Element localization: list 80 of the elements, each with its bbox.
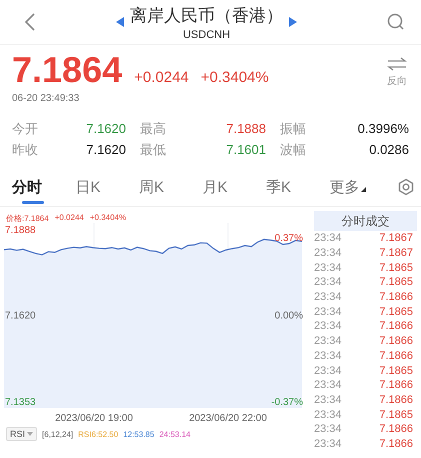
stat-value: 7.1620 xyxy=(85,121,127,136)
trade-time: 23:34 xyxy=(314,364,342,377)
stat-label: 波幅 xyxy=(280,140,307,158)
percent-level-label: 0.37% xyxy=(274,233,303,244)
trade-time: 23:34 xyxy=(314,306,342,318)
swap-icon xyxy=(387,57,407,71)
stat-value: 7.1888 xyxy=(225,121,267,136)
chart-tab[interactable]: 日K xyxy=(76,168,139,206)
trade-time: 23:34 xyxy=(314,291,342,304)
stat-label: 振幅 xyxy=(280,120,307,138)
chart-tab[interactable]: 月K xyxy=(202,168,266,206)
trade-price: 7.1866 xyxy=(379,291,413,304)
trade-time: 23:34 xyxy=(314,320,342,332)
stat-label: 最低 xyxy=(140,140,167,158)
trade-price: 7.1865 xyxy=(379,364,413,377)
trade-time: 23:34 xyxy=(314,350,342,362)
price-level-label: 7.1353 xyxy=(5,397,36,408)
symbol-code: USDCNH xyxy=(182,28,230,40)
search-icon[interactable] xyxy=(387,13,405,31)
back-icon[interactable] xyxy=(24,12,36,32)
trade-time: 23:34 xyxy=(314,276,342,288)
trade-price: 7.1866 xyxy=(379,394,413,406)
trade-price: 7.1865 xyxy=(379,408,413,421)
trade-time: 23:34 xyxy=(314,423,342,436)
trade-time: 23:34 xyxy=(314,262,342,274)
trade-time: 23:34 xyxy=(314,408,342,421)
stat-label: 最高 xyxy=(140,120,167,138)
stat-label: 昨收 xyxy=(12,140,39,158)
trade-time: 23:34 xyxy=(314,438,342,450)
percent-level-label: -0.37% xyxy=(271,397,303,408)
chart-tab[interactable]: 分时 xyxy=(12,168,76,206)
indicator-value: 12:53.85 xyxy=(123,430,154,438)
chart-tab[interactable]: 季K xyxy=(266,168,330,206)
trade-time: 23:34 xyxy=(314,335,342,348)
price-change: +0.0244 xyxy=(134,69,189,86)
trade-price: 7.1867 xyxy=(379,247,413,260)
stat-label: 今开 xyxy=(12,120,39,138)
chart-legend-value: +0.0244 xyxy=(54,213,84,223)
percent-change: +0.3404% xyxy=(200,69,269,86)
trades-header: 分时成交 xyxy=(314,211,417,231)
price-level-label: 7.1888 xyxy=(5,225,36,236)
trade-price: 7.1865 xyxy=(379,276,413,288)
dropdown-icon xyxy=(27,432,34,436)
stat-value: 7.1620 xyxy=(85,142,127,157)
stat-value: 0.3996% xyxy=(356,121,409,136)
trade-price: 7.1865 xyxy=(379,262,413,274)
trade-price: 7.1866 xyxy=(379,320,413,332)
percent-level-label: 0.00% xyxy=(274,310,303,322)
time-label: 2023/06/20 19:00 xyxy=(55,413,133,424)
indicator-value: 24:53.14 xyxy=(159,430,190,438)
trade-price: 7.1866 xyxy=(379,350,413,362)
indicator-params: [6,12,24] xyxy=(42,430,74,438)
trade-time: 23:34 xyxy=(314,247,342,260)
reverse-button[interactable]: 反向 xyxy=(387,49,407,104)
quote-time: 06-20 23:49:33 xyxy=(12,93,80,104)
current-price: 7.1864 xyxy=(12,49,122,91)
settings-icon[interactable] xyxy=(397,178,415,196)
trade-price: 7.1866 xyxy=(379,379,413,392)
page-title: 离岸人民币（香港） xyxy=(130,4,283,26)
previous-icon[interactable] xyxy=(116,17,124,27)
indicator-value: RSI6:52.50 xyxy=(78,430,118,438)
chart-tab[interactable]: 更多 xyxy=(330,168,393,206)
trade-price: 7.1866 xyxy=(379,423,413,436)
stat-value: 0.0286 xyxy=(368,142,409,157)
chart-legend-value: 价格:7.1864 xyxy=(6,213,49,223)
indicator-dropdown[interactable]: RSI xyxy=(6,427,38,441)
trade-time: 23:34 xyxy=(314,379,342,392)
stat-value: 7.1601 xyxy=(225,142,267,157)
trade-price: 7.1865 xyxy=(379,306,413,318)
corner-icon xyxy=(360,186,366,192)
chart-legend-value: +0.3404% xyxy=(90,213,126,223)
next-icon[interactable] xyxy=(289,17,297,27)
chart-tab[interactable]: 周K xyxy=(139,168,202,206)
trade-price: 7.1866 xyxy=(379,335,413,348)
trade-price: 7.1867 xyxy=(379,232,413,244)
trade-time: 23:34 xyxy=(314,232,342,244)
trade-time: 23:34 xyxy=(314,394,342,406)
time-label: 2023/06/20 22:00 xyxy=(189,413,267,424)
trade-price: 7.1866 xyxy=(379,438,413,450)
price-level-label: 7.1620 xyxy=(5,310,36,322)
